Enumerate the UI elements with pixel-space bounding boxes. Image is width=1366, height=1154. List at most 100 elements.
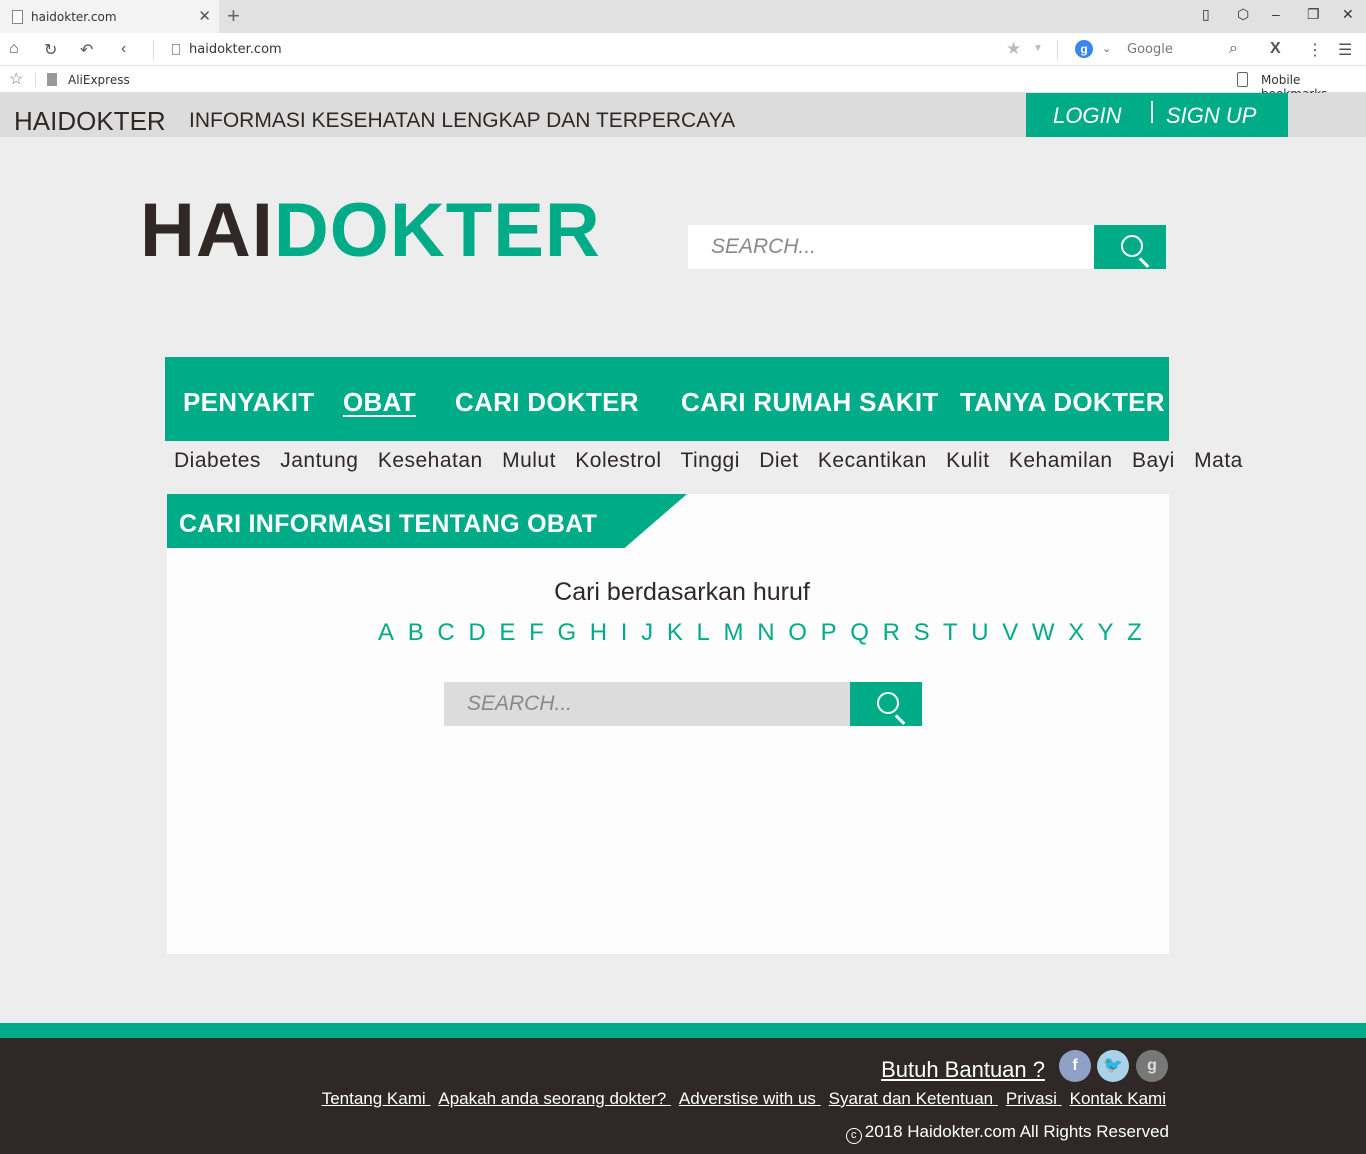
category-link[interactable]: Jantung: [280, 449, 358, 472]
footer-link[interactable]: Syarat dan Ketentuan: [829, 1089, 993, 1108]
site-brand[interactable]: HAIDOKTER: [14, 106, 166, 137]
browser-search-input[interactable]: Google: [1127, 42, 1173, 57]
nav-obat[interactable]: OBAT: [343, 387, 416, 418]
alphabet-index: A B C D E F G H I J K L M N O P Q R S T …: [378, 619, 1142, 647]
site-footer: Butuh Bantuan ? f 🐦 g Tentang Kami Apaka…: [0, 1038, 1366, 1154]
star-icon[interactable]: ☆: [9, 69, 23, 89]
category-link[interactable]: Kolestrol: [575, 449, 661, 472]
footer-link[interactable]: Apakah anda seorang dokter?: [438, 1089, 666, 1108]
close-window-icon[interactable]: ✕: [1342, 6, 1354, 23]
category-link[interactable]: Mata: [1194, 449, 1243, 472]
browser-tab-bar: haidokter.com ✕ + ▯ ⬡ – ❐ ✕: [0, 0, 1366, 33]
letter-link[interactable]: J: [641, 619, 654, 646]
letter-link[interactable]: N: [757, 619, 775, 646]
letter-link[interactable]: R: [883, 619, 901, 646]
letter-link[interactable]: L: [697, 619, 711, 646]
category-link[interactable]: Bayi: [1132, 449, 1175, 472]
bookmark-aliexpress[interactable]: AliExpress: [68, 73, 130, 87]
letter-link[interactable]: P: [821, 619, 838, 646]
letter-link[interactable]: Y: [1097, 619, 1114, 646]
login-link[interactable]: LOGIN: [1053, 103, 1121, 129]
search-engine-icon[interactable]: g: [1075, 40, 1093, 58]
letter-link[interactable]: T: [943, 619, 958, 646]
signup-link[interactable]: SIGN UP: [1166, 103, 1256, 129]
help-link[interactable]: Butuh Bantuan ?: [881, 1057, 1045, 1083]
bookmarks-bar: ☆ AliExpress Mobile bookmarks: [0, 66, 1366, 101]
search-input[interactable]: [688, 225, 1094, 269]
category-link[interactable]: Kesehatan: [378, 449, 483, 472]
category-link[interactable]: Kehamilan: [1009, 449, 1113, 472]
extension-icon[interactable]: ⬡: [1237, 6, 1249, 23]
close-tab-icon[interactable]: ✕: [198, 7, 211, 25]
footer-link[interactable]: Kontak Kami: [1070, 1089, 1166, 1108]
copyright-text: 2018 Haidokter.com All Rights Reserved: [864, 1122, 1169, 1141]
facebook-icon[interactable]: f: [1059, 1050, 1091, 1082]
divider: [153, 40, 154, 60]
tab-list-icon[interactable]: ▯: [1202, 6, 1210, 23]
footer-links: Tentang Kami Apakah anda seorang dokter?…: [314, 1089, 1166, 1109]
letter-link[interactable]: U: [971, 619, 989, 646]
letter-link[interactable]: A: [378, 619, 395, 646]
letter-link[interactable]: B: [408, 619, 425, 646]
obat-search-button[interactable]: [850, 682, 922, 726]
copyright: c 2018 Haidokter.com All Rights Reserved: [845, 1122, 1169, 1144]
footer-link[interactable]: Tentang Kami: [322, 1089, 426, 1108]
search-button[interactable]: [1094, 225, 1166, 269]
footer-accent-bar: [0, 1023, 1366, 1038]
category-link[interactable]: Diabetes: [174, 449, 261, 472]
category-link[interactable]: Diet: [759, 449, 798, 472]
letter-link[interactable]: X: [1068, 619, 1085, 646]
reload-icon[interactable]: ↻: [44, 40, 57, 60]
home-icon[interactable]: ⌂: [9, 40, 19, 58]
nav-penyakit[interactable]: PENYAKIT: [183, 387, 314, 418]
letter-link[interactable]: K: [667, 619, 684, 646]
category-link[interactable]: Tinggi: [680, 449, 739, 472]
browser-tab[interactable]: haidokter.com ✕: [0, 0, 219, 33]
letter-search-label: Cari berdasarkan huruf: [554, 578, 810, 606]
nav-cari-rumah-sakit[interactable]: CARI RUMAH SAKIT: [681, 387, 939, 418]
letter-link[interactable]: D: [468, 619, 486, 646]
obat-panel: CARI INFORMASI TENTANG OBAT Cari berdasa…: [167, 494, 1169, 954]
category-link[interactable]: Kecantikan: [818, 449, 927, 472]
letter-link[interactable]: F: [529, 619, 544, 646]
letter-link[interactable]: C: [437, 619, 455, 646]
letter-link[interactable]: S: [914, 619, 931, 646]
site-tagline: INFORMASI KESEHATAN LENGKAP DAN TERPERCA…: [189, 109, 736, 132]
hamburger-menu-icon[interactable]: ☰: [1338, 40, 1352, 60]
maximize-icon[interactable]: ❐: [1307, 6, 1320, 23]
address-bar[interactable]: haidokter.com: [189, 42, 282, 57]
divider: [1151, 101, 1153, 123]
footer-link[interactable]: Adverstise with us: [679, 1089, 816, 1108]
page-icon: [47, 73, 57, 86]
obat-search-input[interactable]: [444, 682, 850, 726]
site-logo[interactable]: HAIDOKTER: [140, 193, 601, 269]
chevron-down-icon[interactable]: ▼: [1033, 43, 1043, 54]
nav-tanya-dokter[interactable]: TANYA DOKTER: [960, 387, 1165, 418]
search-icon[interactable]: ⌕: [1229, 40, 1238, 58]
letter-link[interactable]: M: [724, 619, 745, 646]
more-menu-icon[interactable]: ⋮: [1307, 40, 1323, 60]
letter-link[interactable]: V: [1002, 619, 1019, 646]
letter-link[interactable]: Q: [850, 619, 869, 646]
twitter-icon[interactable]: 🐦: [1097, 1050, 1129, 1082]
bookmark-star-icon[interactable]: ★: [1006, 39, 1021, 59]
chevron-down-icon[interactable]: ⌄: [1102, 42, 1111, 55]
undo-icon[interactable]: ↶: [80, 40, 93, 60]
minimize-icon[interactable]: –: [1272, 6, 1280, 22]
letter-link[interactable]: H: [590, 619, 608, 646]
letter-link[interactable]: G: [557, 619, 576, 646]
back-icon[interactable]: ‹: [121, 40, 126, 58]
new-tab-icon[interactable]: +: [227, 3, 240, 29]
letter-link[interactable]: E: [499, 619, 516, 646]
footer-link[interactable]: Privasi: [1006, 1089, 1057, 1108]
copyright-icon: c: [845, 1128, 862, 1144]
x-extension-icon[interactable]: X: [1270, 40, 1281, 58]
google-plus-icon[interactable]: g: [1136, 1050, 1168, 1082]
category-link[interactable]: Mulut: [502, 449, 556, 472]
letter-link[interactable]: W: [1032, 619, 1055, 646]
letter-link[interactable]: I: [621, 619, 628, 646]
letter-link[interactable]: Z: [1127, 619, 1142, 646]
nav-cari-dokter[interactable]: CARI DOKTER: [455, 387, 639, 418]
letter-link[interactable]: O: [788, 619, 807, 646]
category-link[interactable]: Kulit: [946, 449, 989, 472]
